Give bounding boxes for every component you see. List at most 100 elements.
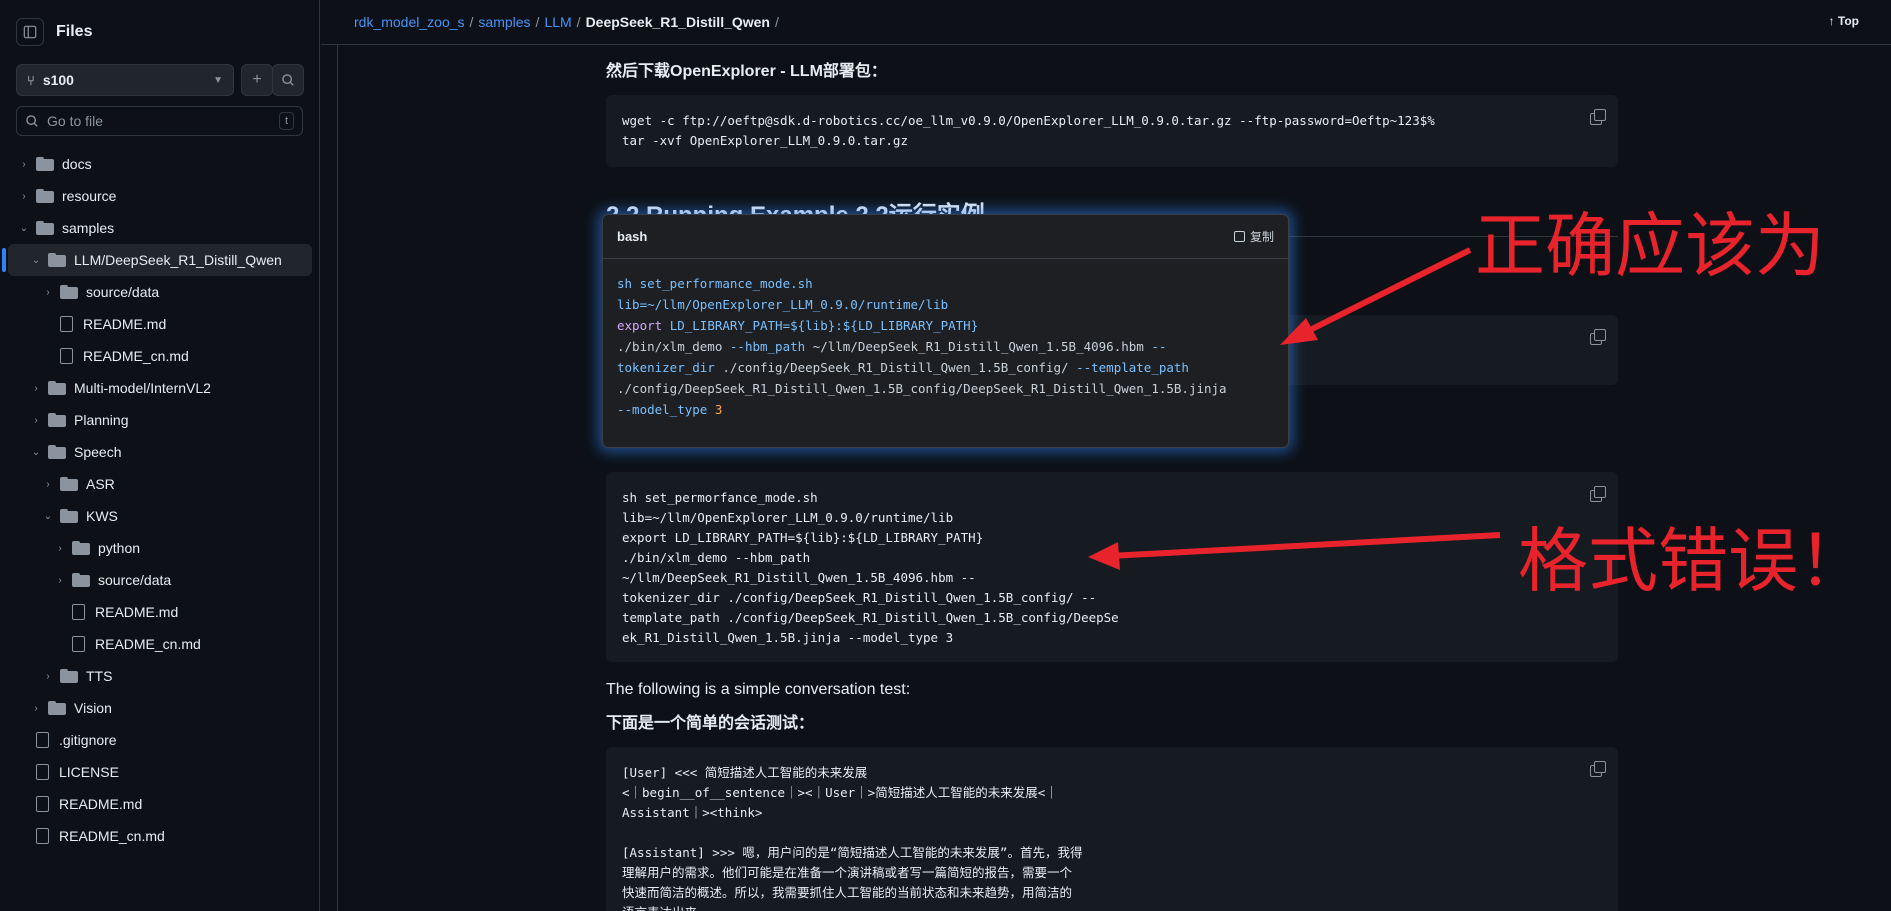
file-icon [72, 604, 85, 620]
tree-file[interactable]: README.md [8, 788, 312, 820]
tree-item-label: Planning [74, 412, 129, 428]
tree-folder[interactable]: › python [8, 532, 312, 564]
file-tree: › docs › resource ⌄ samples ⌄ LLM/DeepSeek_R1_D… [0, 148, 320, 852]
code-block-download: wget -c ftp://oeftp@sdk.d-robotics.cc/oe… [606, 95, 1618, 167]
breadcrumb-link[interactable]: rdk_model_zoo_s [354, 14, 465, 30]
top-button-label: Top [1837, 14, 1859, 28]
tree-file[interactable]: LICENSE [8, 756, 312, 788]
code-popup: bash 复制 sh set_performance_mode.sh lib=~/… [602, 214, 1289, 448]
tree-folder[interactable]: ⌄ LLM/DeepSeek_R1_Distill_Qwen [2, 244, 312, 276]
code-popup-header: bash 复制 [603, 215, 1288, 259]
tree-folder[interactable]: › source/data [8, 276, 312, 308]
go-to-file-placeholder: Go to file [47, 113, 104, 129]
code-token: ./bin/xlm_demo [617, 339, 730, 354]
chevron-right-icon: › [46, 478, 50, 490]
tree-file[interactable]: .gitignore [8, 724, 312, 756]
tree-item-label: README_cn.md [59, 828, 165, 844]
tree-item-label: Speech [74, 444, 122, 460]
code-token: sh set_performance_mode.sh [617, 276, 813, 291]
breadcrumb-link[interactable]: samples [478, 14, 530, 30]
tree-item-label: Multi-model/InternVL2 [74, 380, 211, 396]
breadcrumb-bar: rdk_model_zoo_s / samples / LLM / DeepSeek_R1_… [321, 0, 1891, 45]
file-icon [36, 764, 49, 780]
git-branch-icon: ⑂ [27, 72, 35, 88]
tree-item-label: KWS [86, 508, 118, 524]
copy-icon[interactable] [1590, 761, 1606, 777]
tree-file[interactable]: README.md [8, 596, 312, 628]
copy-button[interactable]: 复制 [1233, 228, 1274, 245]
tree-file[interactable]: README_cn.md [8, 340, 312, 372]
folder-icon [72, 573, 90, 587]
annotation-correct-text: 正确应该为 [1475, 205, 1825, 287]
tree-item-label: README.md [95, 604, 179, 620]
folder-icon [60, 669, 78, 683]
tree-folder[interactable]: › source/data [8, 564, 312, 596]
file-icon [36, 732, 49, 748]
breadcrumb-separator: / [535, 14, 540, 30]
folder-icon [48, 413, 66, 427]
tree-item-label: TTS [86, 668, 113, 684]
chevron-down-icon: ▼ [213, 74, 223, 86]
breadcrumb-separator: / [774, 14, 779, 30]
chevron-right-icon: › [34, 382, 38, 394]
tree-folder[interactable]: ⌄ samples [8, 212, 312, 244]
tree-item-label: docs [62, 156, 92, 172]
breadcrumb: rdk_model_zoo_s / samples / LLM / DeepSeek_R1_… [354, 14, 784, 30]
tree-file[interactable]: README.md [8, 308, 312, 340]
content-divider [337, 45, 338, 911]
code-token: tokenizer_dir [617, 360, 723, 375]
tree-folder[interactable]: › Vision [8, 692, 312, 724]
tree-folder[interactable]: › ASR [8, 468, 312, 500]
top-button[interactable]: ↑ Top [1829, 14, 1859, 28]
folder-icon [48, 253, 66, 267]
tree-folder[interactable]: › resource [8, 180, 312, 212]
add-file-button[interactable]: + [241, 64, 273, 96]
chevron-right-icon: › [58, 542, 62, 554]
breadcrumb-link[interactable]: LLM [544, 14, 571, 30]
file-sidebar: Files ⑂ s100 ▼ + Go to file t › docs › reso… [0, 0, 320, 911]
tree-folder[interactable]: ⌄ KWS [8, 500, 312, 532]
folder-icon [36, 157, 54, 171]
tree-file[interactable]: README_cn.md [8, 628, 312, 660]
code-line: sh set_performance_mode.sh [617, 273, 1274, 294]
tree-folder[interactable]: › docs [8, 148, 312, 180]
file-icon [36, 796, 49, 812]
tree-folder[interactable]: › TTS [8, 660, 312, 692]
tree-item-label: README.md [83, 316, 167, 332]
tree-folder[interactable]: ⌄ Speech [8, 436, 312, 468]
code-token: --template_path [1076, 360, 1189, 375]
go-to-file-input[interactable]: Go to file t [16, 106, 303, 136]
tree-item-label: README_cn.md [83, 348, 189, 364]
arrow-up-icon: ↑ [1828, 14, 1835, 28]
conversation-intro-en: The following is a simple conversation t… [606, 681, 911, 698]
sidebar-toggle-button[interactable] [16, 18, 44, 46]
annotation-wrong-text: 格式错误！ [1518, 520, 1868, 602]
chevron-right-icon: › [34, 702, 38, 714]
chevron-down-icon: ⌄ [31, 446, 41, 458]
code-token: export [617, 318, 670, 333]
copy-icon[interactable] [1590, 486, 1606, 502]
file-icon [60, 348, 73, 364]
tree-item-label: LLM/DeepSeek_R1_Distill_Qwen [74, 252, 282, 268]
code-language-label: bash [617, 229, 648, 244]
search-button[interactable] [272, 64, 304, 96]
tree-item-label: README.md [59, 796, 143, 812]
code-block-conversation: [User] <<< 简短描述人工智能的未来发展 <｜begin__of__se… [606, 747, 1618, 911]
conversation-intro-cn: 下面是一个简单的会话测试： [606, 715, 815, 732]
tree-file[interactable]: README_cn.md [8, 820, 312, 852]
folder-icon [36, 221, 54, 235]
chevron-down-icon: ⌄ [31, 254, 41, 266]
branch-name: s100 [42, 72, 74, 88]
chevron-right-icon: › [22, 158, 26, 170]
tree-folder[interactable]: › Planning [8, 404, 312, 436]
copy-icon[interactable] [1590, 109, 1606, 125]
branch-selector[interactable]: ⑂ s100 ▼ [16, 64, 234, 96]
folder-icon [48, 381, 66, 395]
code-line: export LD_LIBRARY_PATH=${lib}:${LD_LIBRA… [617, 315, 1274, 336]
tree-folder[interactable]: › Multi-model/InternVL2 [8, 372, 312, 404]
copy-icon[interactable] [1590, 329, 1606, 345]
tree-item-label: samples [62, 220, 115, 236]
code-block-run: sh set_permorfance_mode.sh lib=~/llm/Ope… [606, 472, 1618, 662]
file-icon [72, 636, 85, 652]
tree-item-label: Vision [74, 700, 112, 716]
